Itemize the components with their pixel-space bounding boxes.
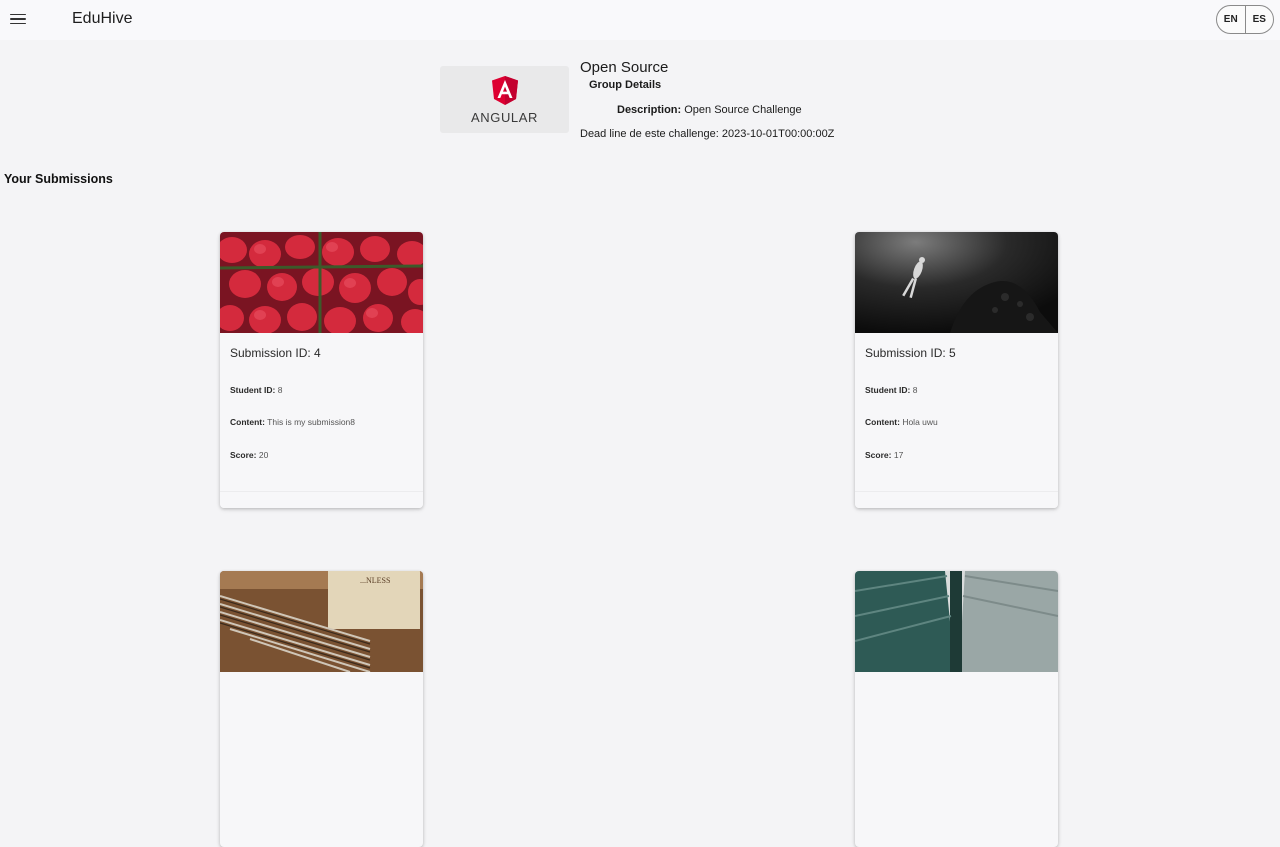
hamburger-menu-icon[interactable]: [8, 8, 28, 30]
scuba-diver-image: [855, 232, 1058, 333]
submission-title: Submission ID: 4: [230, 346, 321, 360]
svg-text:...NLESS: ...NLESS: [360, 576, 390, 585]
content-value: This is my submission8: [267, 417, 356, 427]
score-field: Score: 17: [865, 450, 903, 460]
group-description: Description: Open Source Challenge: [617, 104, 802, 116]
logo-word: ANGULAR: [470, 110, 539, 125]
score-label: Score:: [230, 450, 257, 460]
score-field: Score: 20: [230, 450, 268, 460]
score-label: Score:: [865, 450, 892, 460]
submission-card[interactable]: Submission ID: 4 Student ID: 8 Content: …: [220, 232, 423, 508]
brushes-image: ...NLESS: [220, 571, 423, 672]
student-id-field: Student ID: 8: [230, 385, 282, 395]
group-deadline: Dead line de este challenge: 2023-10-01T…: [580, 128, 835, 140]
language-es-button[interactable]: ES: [1244, 6, 1274, 33]
app-title: EduHive: [72, 10, 133, 27]
submission-title: Submission ID: 5: [865, 346, 956, 360]
student-id-field: Student ID: 8: [865, 385, 917, 395]
angular-logo-icon: [491, 76, 518, 105]
score-value: 20: [258, 450, 269, 460]
content-field: Content: Hola uwu: [865, 417, 938, 427]
submission-card[interactable]: Submission ID: 5 Student ID: 8 Content: …: [855, 232, 1058, 508]
card-actions: [855, 491, 1058, 508]
bridge-underside-image: [855, 571, 1058, 672]
card-actions: [220, 491, 423, 508]
score-value: 17: [893, 450, 904, 460]
description-label: Description:: [617, 104, 682, 116]
content-label: Content:: [865, 417, 900, 427]
content-field: Content: This is my submission8: [230, 417, 355, 427]
group-title: Open Source: [580, 59, 669, 76]
submissions-heading: Your Submissions: [4, 172, 113, 186]
group-details-heading: Group Details: [589, 79, 662, 91]
strawberries-image: [220, 232, 423, 333]
top-app-bar: EduHive EN ES: [0, 0, 1280, 40]
submission-card[interactable]: [855, 571, 1058, 847]
content-label: Content:: [230, 417, 265, 427]
content-value: Hola uwu: [902, 417, 938, 427]
group-logo: ANGULAR: [440, 66, 569, 133]
language-toggle[interactable]: EN ES: [1216, 5, 1274, 34]
description-value: Open Source Challenge: [684, 104, 802, 116]
student-id-value: 8: [912, 385, 918, 395]
student-id-label: Student ID:: [230, 385, 276, 395]
student-id-label: Student ID:: [865, 385, 911, 395]
student-id-value: 8: [277, 385, 283, 395]
submission-card[interactable]: ...NLESS: [220, 571, 423, 847]
language-en-button[interactable]: EN: [1217, 6, 1245, 33]
